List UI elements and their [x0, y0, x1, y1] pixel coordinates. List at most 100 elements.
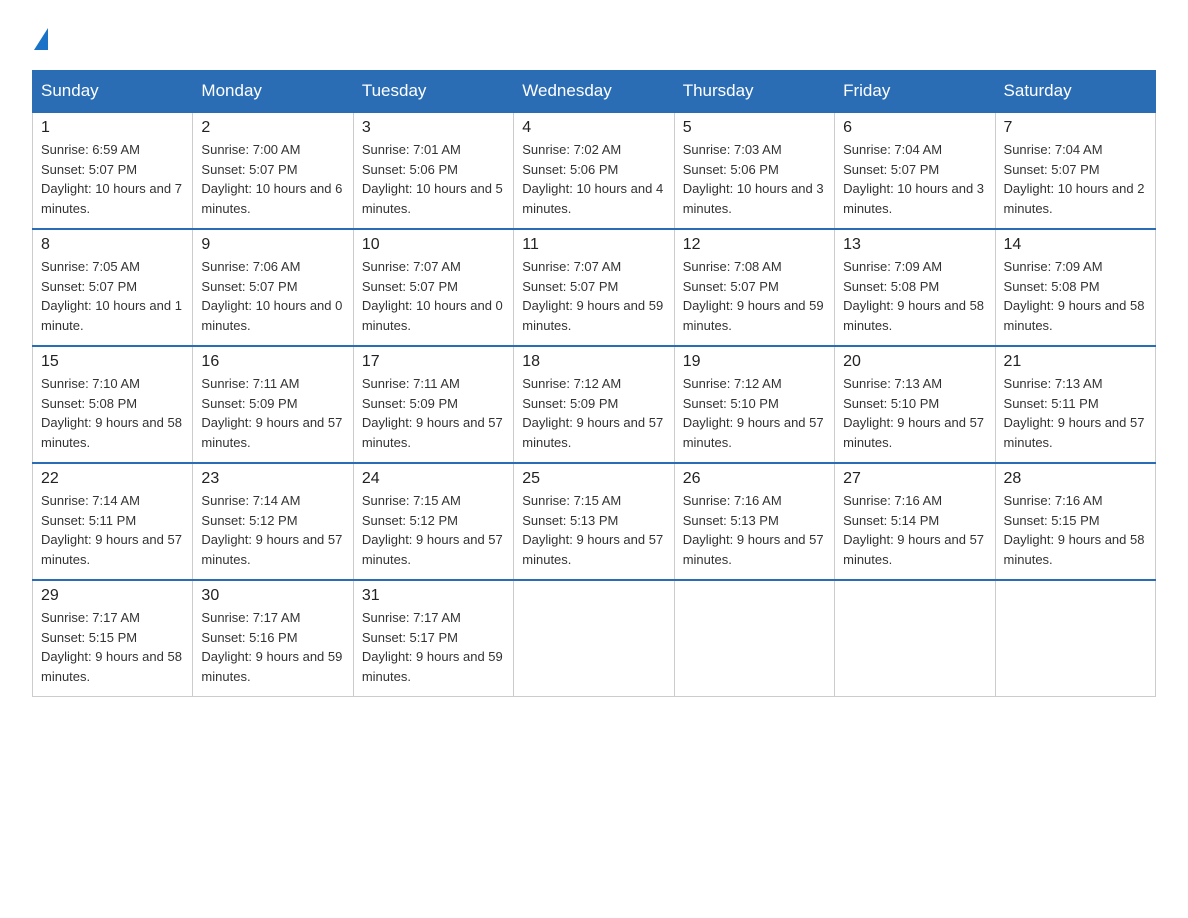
- calendar-cell: 10 Sunrise: 7:07 AM Sunset: 5:07 PM Dayl…: [353, 229, 513, 346]
- day-info: Sunrise: 7:09 AM Sunset: 5:08 PM Dayligh…: [1004, 257, 1147, 335]
- calendar-week-row: 8 Sunrise: 7:05 AM Sunset: 5:07 PM Dayli…: [33, 229, 1156, 346]
- calendar-header-row: SundayMondayTuesdayWednesdayThursdayFrid…: [33, 71, 1156, 113]
- day-number: 22: [41, 470, 184, 488]
- calendar-cell: 21 Sunrise: 7:13 AM Sunset: 5:11 PM Dayl…: [995, 346, 1155, 463]
- calendar-cell: 7 Sunrise: 7:04 AM Sunset: 5:07 PM Dayli…: [995, 112, 1155, 229]
- calendar-cell: 2 Sunrise: 7:00 AM Sunset: 5:07 PM Dayli…: [193, 112, 353, 229]
- day-number: 25: [522, 470, 665, 488]
- day-number: 21: [1004, 353, 1147, 371]
- day-info: Sunrise: 6:59 AM Sunset: 5:07 PM Dayligh…: [41, 140, 184, 218]
- day-number: 27: [843, 470, 986, 488]
- day-info: Sunrise: 7:04 AM Sunset: 5:07 PM Dayligh…: [1004, 140, 1147, 218]
- day-info: Sunrise: 7:16 AM Sunset: 5:14 PM Dayligh…: [843, 491, 986, 569]
- day-header-tuesday: Tuesday: [353, 71, 513, 113]
- logo-triangle-icon: [34, 28, 48, 50]
- day-info: Sunrise: 7:12 AM Sunset: 5:10 PM Dayligh…: [683, 374, 826, 452]
- day-info: Sunrise: 7:12 AM Sunset: 5:09 PM Dayligh…: [522, 374, 665, 452]
- day-info: Sunrise: 7:17 AM Sunset: 5:15 PM Dayligh…: [41, 608, 184, 686]
- calendar-cell: 9 Sunrise: 7:06 AM Sunset: 5:07 PM Dayli…: [193, 229, 353, 346]
- day-number: 20: [843, 353, 986, 371]
- day-info: Sunrise: 7:15 AM Sunset: 5:13 PM Dayligh…: [522, 491, 665, 569]
- day-number: 28: [1004, 470, 1147, 488]
- day-number: 15: [41, 353, 184, 371]
- day-number: 2: [201, 119, 344, 137]
- calendar-cell: 5 Sunrise: 7:03 AM Sunset: 5:06 PM Dayli…: [674, 112, 834, 229]
- day-number: 11: [522, 236, 665, 254]
- day-header-friday: Friday: [835, 71, 995, 113]
- calendar-cell: 14 Sunrise: 7:09 AM Sunset: 5:08 PM Dayl…: [995, 229, 1155, 346]
- day-header-wednesday: Wednesday: [514, 71, 674, 113]
- logo: [32, 24, 48, 50]
- day-info: Sunrise: 7:04 AM Sunset: 5:07 PM Dayligh…: [843, 140, 986, 218]
- day-number: 9: [201, 236, 344, 254]
- calendar-cell: 16 Sunrise: 7:11 AM Sunset: 5:09 PM Dayl…: [193, 346, 353, 463]
- calendar-week-row: 22 Sunrise: 7:14 AM Sunset: 5:11 PM Dayl…: [33, 463, 1156, 580]
- calendar-cell: 31 Sunrise: 7:17 AM Sunset: 5:17 PM Dayl…: [353, 580, 513, 697]
- day-info: Sunrise: 7:00 AM Sunset: 5:07 PM Dayligh…: [201, 140, 344, 218]
- day-info: Sunrise: 7:11 AM Sunset: 5:09 PM Dayligh…: [362, 374, 505, 452]
- day-info: Sunrise: 7:13 AM Sunset: 5:11 PM Dayligh…: [1004, 374, 1147, 452]
- calendar-cell: 19 Sunrise: 7:12 AM Sunset: 5:10 PM Dayl…: [674, 346, 834, 463]
- day-info: Sunrise: 7:06 AM Sunset: 5:07 PM Dayligh…: [201, 257, 344, 335]
- calendar-cell: 26 Sunrise: 7:16 AM Sunset: 5:13 PM Dayl…: [674, 463, 834, 580]
- calendar-week-row: 1 Sunrise: 6:59 AM Sunset: 5:07 PM Dayli…: [33, 112, 1156, 229]
- day-number: 12: [683, 236, 826, 254]
- day-number: 3: [362, 119, 505, 137]
- calendar-cell: [674, 580, 834, 697]
- calendar-week-row: 15 Sunrise: 7:10 AM Sunset: 5:08 PM Dayl…: [33, 346, 1156, 463]
- day-number: 10: [362, 236, 505, 254]
- day-number: 13: [843, 236, 986, 254]
- day-info: Sunrise: 7:16 AM Sunset: 5:15 PM Dayligh…: [1004, 491, 1147, 569]
- calendar-week-row: 29 Sunrise: 7:17 AM Sunset: 5:15 PM Dayl…: [33, 580, 1156, 697]
- day-number: 31: [362, 587, 505, 605]
- day-info: Sunrise: 7:17 AM Sunset: 5:16 PM Dayligh…: [201, 608, 344, 686]
- day-header-sunday: Sunday: [33, 71, 193, 113]
- calendar-cell: 18 Sunrise: 7:12 AM Sunset: 5:09 PM Dayl…: [514, 346, 674, 463]
- day-info: Sunrise: 7:17 AM Sunset: 5:17 PM Dayligh…: [362, 608, 505, 686]
- day-info: Sunrise: 7:10 AM Sunset: 5:08 PM Dayligh…: [41, 374, 184, 452]
- calendar-cell: 15 Sunrise: 7:10 AM Sunset: 5:08 PM Dayl…: [33, 346, 193, 463]
- day-number: 19: [683, 353, 826, 371]
- day-info: Sunrise: 7:11 AM Sunset: 5:09 PM Dayligh…: [201, 374, 344, 452]
- day-info: Sunrise: 7:07 AM Sunset: 5:07 PM Dayligh…: [522, 257, 665, 335]
- day-number: 7: [1004, 119, 1147, 137]
- day-number: 23: [201, 470, 344, 488]
- calendar-cell: [995, 580, 1155, 697]
- calendar-cell: 13 Sunrise: 7:09 AM Sunset: 5:08 PM Dayl…: [835, 229, 995, 346]
- day-number: 4: [522, 119, 665, 137]
- calendar-cell: [514, 580, 674, 697]
- day-number: 29: [41, 587, 184, 605]
- day-number: 30: [201, 587, 344, 605]
- calendar-cell: 30 Sunrise: 7:17 AM Sunset: 5:16 PM Dayl…: [193, 580, 353, 697]
- day-info: Sunrise: 7:08 AM Sunset: 5:07 PM Dayligh…: [683, 257, 826, 335]
- calendar-cell: 23 Sunrise: 7:14 AM Sunset: 5:12 PM Dayl…: [193, 463, 353, 580]
- day-number: 1: [41, 119, 184, 137]
- day-number: 8: [41, 236, 184, 254]
- calendar-cell: 22 Sunrise: 7:14 AM Sunset: 5:11 PM Dayl…: [33, 463, 193, 580]
- day-info: Sunrise: 7:09 AM Sunset: 5:08 PM Dayligh…: [843, 257, 986, 335]
- day-info: Sunrise: 7:13 AM Sunset: 5:10 PM Dayligh…: [843, 374, 986, 452]
- day-number: 16: [201, 353, 344, 371]
- day-info: Sunrise: 7:16 AM Sunset: 5:13 PM Dayligh…: [683, 491, 826, 569]
- day-info: Sunrise: 7:01 AM Sunset: 5:06 PM Dayligh…: [362, 140, 505, 218]
- calendar-cell: 28 Sunrise: 7:16 AM Sunset: 5:15 PM Dayl…: [995, 463, 1155, 580]
- calendar-cell: 4 Sunrise: 7:02 AM Sunset: 5:06 PM Dayli…: [514, 112, 674, 229]
- day-number: 6: [843, 119, 986, 137]
- calendar-cell: 11 Sunrise: 7:07 AM Sunset: 5:07 PM Dayl…: [514, 229, 674, 346]
- calendar-cell: 6 Sunrise: 7:04 AM Sunset: 5:07 PM Dayli…: [835, 112, 995, 229]
- page-header: [32, 24, 1156, 50]
- calendar-cell: 8 Sunrise: 7:05 AM Sunset: 5:07 PM Dayli…: [33, 229, 193, 346]
- day-number: 18: [522, 353, 665, 371]
- calendar-cell: 25 Sunrise: 7:15 AM Sunset: 5:13 PM Dayl…: [514, 463, 674, 580]
- calendar-cell: 3 Sunrise: 7:01 AM Sunset: 5:06 PM Dayli…: [353, 112, 513, 229]
- day-number: 24: [362, 470, 505, 488]
- calendar-cell: 27 Sunrise: 7:16 AM Sunset: 5:14 PM Dayl…: [835, 463, 995, 580]
- day-info: Sunrise: 7:05 AM Sunset: 5:07 PM Dayligh…: [41, 257, 184, 335]
- day-number: 26: [683, 470, 826, 488]
- calendar-cell: 12 Sunrise: 7:08 AM Sunset: 5:07 PM Dayl…: [674, 229, 834, 346]
- day-info: Sunrise: 7:15 AM Sunset: 5:12 PM Dayligh…: [362, 491, 505, 569]
- calendar-cell: 1 Sunrise: 6:59 AM Sunset: 5:07 PM Dayli…: [33, 112, 193, 229]
- day-info: Sunrise: 7:02 AM Sunset: 5:06 PM Dayligh…: [522, 140, 665, 218]
- day-header-thursday: Thursday: [674, 71, 834, 113]
- day-info: Sunrise: 7:03 AM Sunset: 5:06 PM Dayligh…: [683, 140, 826, 218]
